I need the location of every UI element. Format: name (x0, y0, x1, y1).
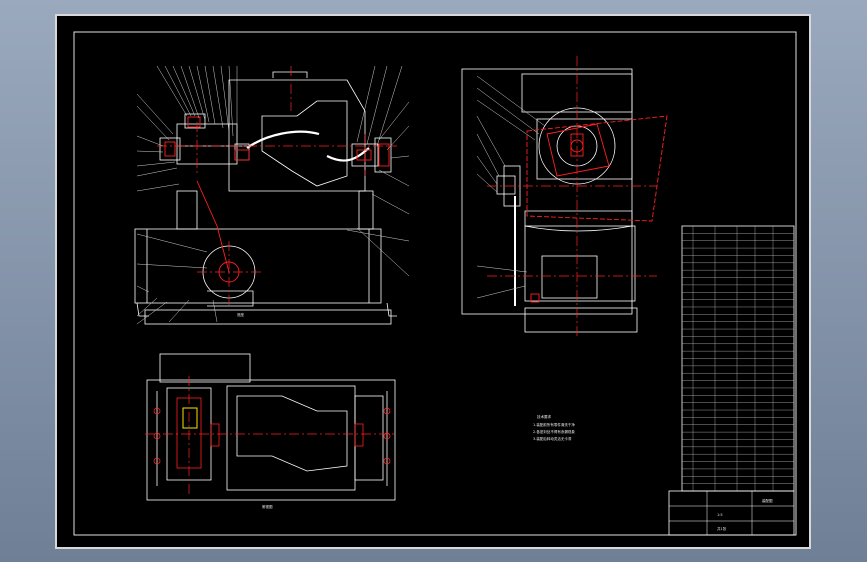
side-view (461, 68, 638, 333)
title-block: 装配图 1:5 共1张 (668, 490, 795, 536)
front-view (134, 71, 397, 325)
cad-drawing: 底座 俯视图 技术要求 1.装配前所有零件清洗干净 2.各密封处不得有渗漏现象 … (73, 31, 797, 536)
tech-notes: 技术要求 1.装配前所有零件清洗干净 2.各密封处不得有渗漏现象 3.装配后转动… (533, 414, 575, 441)
plan-centerlines (145, 376, 397, 494)
front-base-label: 底座 (237, 312, 244, 317)
front-red-details (164, 116, 390, 283)
plan-accent-part (182, 407, 198, 429)
side-leader-lines (476, 75, 546, 299)
tech-note-2: 2.各密封处不得有渗漏现象 (533, 429, 575, 434)
tech-note-3: 3.装配后转动灵活无卡滞 (533, 436, 572, 441)
title-block-frame (668, 490, 795, 536)
plan-view (146, 353, 396, 501)
side-centerlines (487, 56, 657, 336)
tech-note-1: 1.装配前所有零件清洗干净 (533, 422, 575, 427)
front-centerlines (157, 66, 397, 306)
drawing-frame (73, 31, 797, 536)
title-block-name: 装配图 (762, 498, 773, 503)
cad-viewport[interactable]: 底座 俯视图 技术要求 1.装配前所有零件清洗干净 2.各密封处不得有渗漏现象 … (55, 14, 811, 549)
parts-list-rows (682, 226, 794, 491)
title-block-sheet: 共1张 (717, 526, 727, 531)
plan-view-title: 俯视图 (262, 504, 273, 509)
title-block-scale: 1:5 (717, 513, 723, 517)
tech-notes-heading: 技术要求 (537, 414, 551, 419)
parts-list (681, 225, 795, 492)
front-leader-lines (136, 65, 410, 325)
